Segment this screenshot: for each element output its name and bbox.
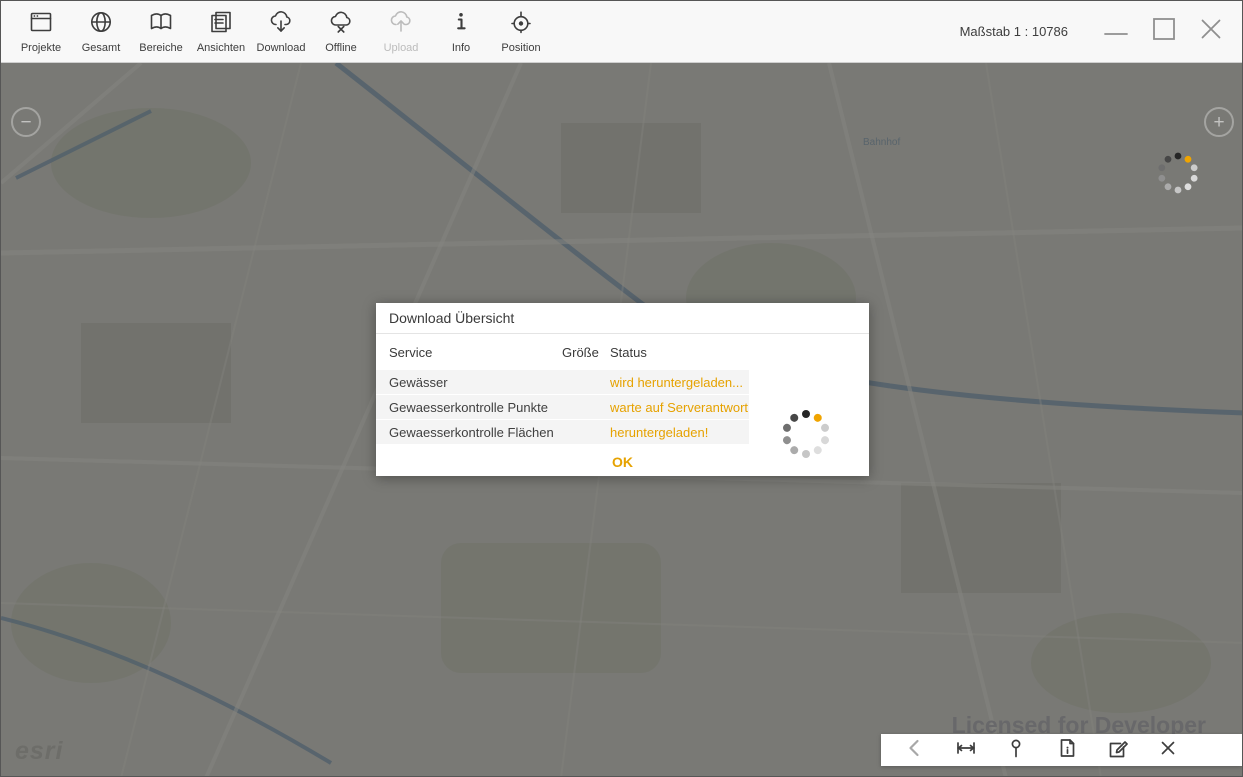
minimize-icon	[1104, 17, 1128, 46]
maximize-icon	[1152, 17, 1176, 46]
service-cell: Gewaesserkontrolle Punkte	[389, 400, 562, 415]
window-controls	[1104, 17, 1222, 46]
close-tool-icon	[1157, 737, 1179, 764]
close-window-button[interactable]	[1200, 18, 1222, 45]
note-info-button[interactable]	[1055, 738, 1079, 762]
bottom-toolbar	[881, 734, 1242, 766]
table-row: Gewaesserkontrolle Flächen heruntergelad…	[376, 420, 749, 444]
position-icon	[508, 9, 534, 40]
note-info-icon	[1056, 737, 1078, 764]
gesamt-button[interactable]: Gesamt	[73, 3, 129, 61]
position-button[interactable]: Position	[493, 3, 549, 61]
views-icon	[208, 9, 234, 40]
upload-cloud-icon	[388, 9, 414, 40]
measure-button[interactable]	[954, 738, 978, 762]
column-header-size: Größe	[562, 345, 610, 360]
pin-button[interactable]	[1004, 738, 1028, 762]
info-button[interactable]: Info	[433, 3, 489, 61]
top-toolbar: Projekte Gesamt Bereiche	[1, 1, 1242, 63]
dialog-title: Download Übersicht	[376, 303, 869, 334]
service-cell: Gewässer	[389, 375, 562, 390]
minimize-button[interactable]	[1104, 17, 1128, 46]
offline-label: Offline	[325, 42, 357, 54]
close-tool-button[interactable]	[1156, 738, 1180, 762]
column-header-status: Status	[610, 345, 749, 360]
globe-icon	[88, 9, 114, 40]
dialog-loading-spinner	[778, 406, 834, 462]
esri-logo: esri	[15, 737, 63, 766]
download-button[interactable]: Download	[253, 3, 309, 61]
gesamt-label: Gesamt	[82, 42, 121, 54]
download-table: Service Größe Status Gewässer wird herun…	[376, 334, 749, 444]
info-label: Info	[452, 42, 470, 54]
bereiche-label: Bereiche	[139, 42, 182, 54]
zoom-in-button[interactable]: +	[1204, 107, 1234, 137]
back-chevron-icon	[904, 737, 926, 764]
download-label: Download	[257, 42, 306, 54]
status-cell: wird heruntergeladen...	[610, 375, 749, 390]
service-cell: Gewaesserkontrolle Flächen	[389, 425, 562, 440]
upload-label: Upload	[384, 42, 419, 54]
back-button[interactable]	[903, 738, 927, 762]
projects-icon	[28, 9, 54, 40]
projekte-button[interactable]: Projekte	[13, 3, 69, 61]
close-icon	[1200, 18, 1222, 45]
table-row: Gewässer wird heruntergeladen...	[376, 370, 749, 394]
table-header-row: Service Größe Status	[376, 334, 749, 370]
download-cloud-icon	[268, 9, 294, 40]
scale-label: Maßstab 1 : 10786	[960, 24, 1068, 39]
areas-book-icon	[148, 9, 174, 40]
info-icon	[448, 9, 474, 40]
ansichten-label: Ansichten	[197, 42, 245, 54]
status-cell: warte auf Serverantwort...	[610, 400, 749, 415]
upload-button[interactable]: Upload	[373, 3, 429, 61]
offline-button[interactable]: Offline	[313, 3, 369, 61]
map-loading-spinner	[1154, 149, 1202, 197]
dialog-body: Service Größe Status Gewässer wird herun…	[376, 334, 869, 476]
status-cell: heruntergeladen!	[610, 425, 749, 440]
download-overview-dialog: Download Übersicht Service Größe Status …	[376, 303, 869, 476]
ansichten-button[interactable]: Ansichten	[193, 3, 249, 61]
measure-icon	[955, 737, 977, 764]
minus-icon: −	[20, 113, 31, 132]
edit-button[interactable]	[1105, 738, 1129, 762]
table-row: Gewaesserkontrolle Punkte warte auf Serv…	[376, 395, 749, 419]
edit-icon	[1106, 737, 1128, 764]
plus-icon: +	[1213, 113, 1224, 132]
bereiche-button[interactable]: Bereiche	[133, 3, 189, 61]
position-label: Position	[501, 42, 540, 54]
column-header-service: Service	[389, 345, 562, 360]
projekte-label: Projekte	[21, 42, 61, 54]
maximize-button[interactable]	[1152, 17, 1176, 46]
app-window: Projekte Gesamt Bereiche	[0, 0, 1243, 777]
zoom-out-button[interactable]: −	[11, 107, 41, 137]
pin-icon	[1005, 737, 1027, 764]
offline-cloud-icon	[328, 9, 354, 40]
